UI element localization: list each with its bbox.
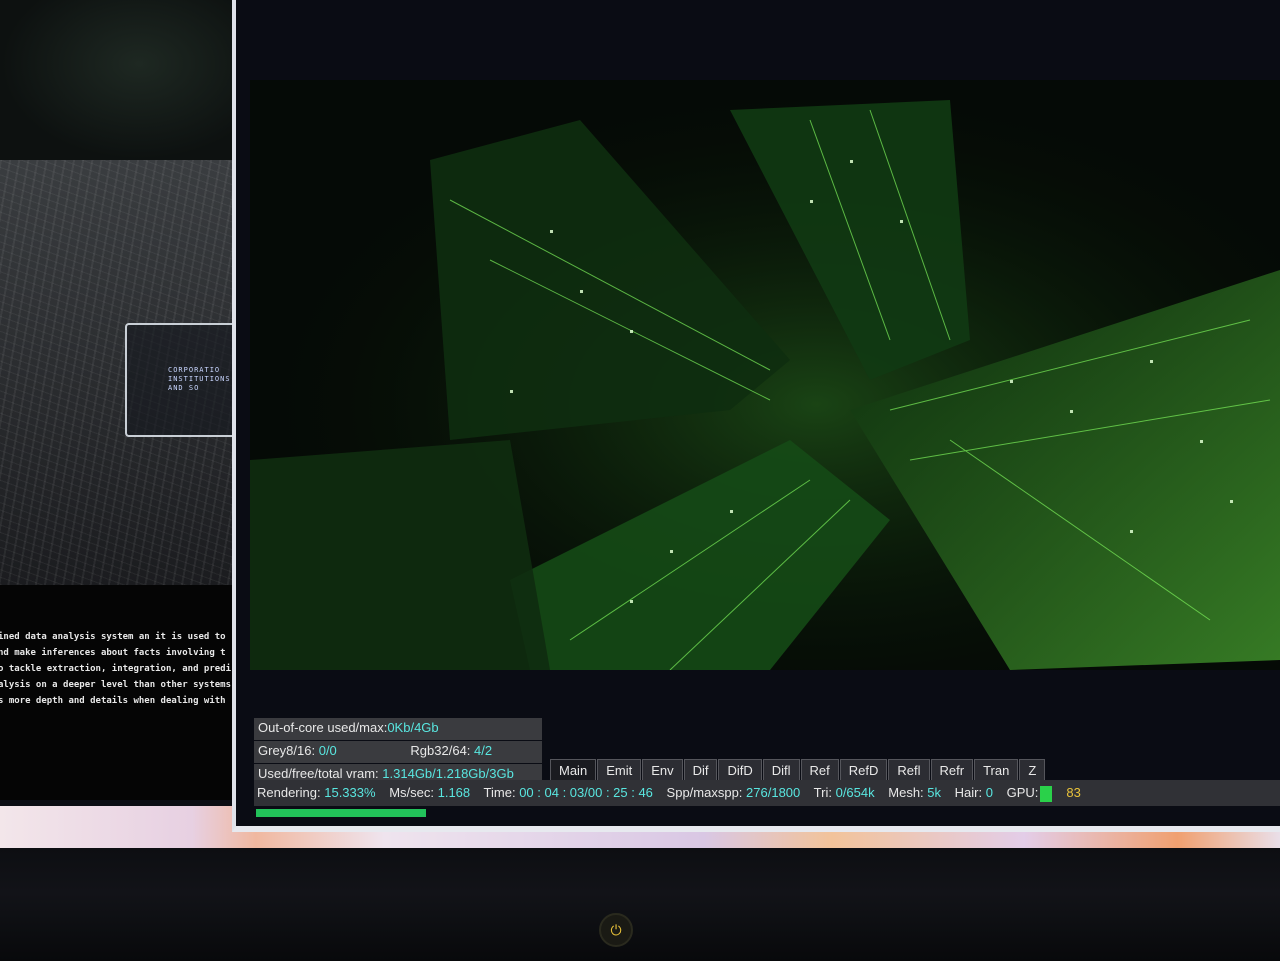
texture-count-stat: Grey8/16: 0/0 Rgb32/64: 4/2 (254, 741, 542, 763)
document-text-block: ined data analysis system an it is used … (0, 585, 246, 800)
render-preview-image (250, 80, 1280, 670)
hair-label: Hair: (954, 785, 983, 800)
document-line: s more depth and details when dealing wi… (0, 696, 226, 706)
mesh-label: Mesh: (888, 785, 924, 800)
rgb-label: Rgb32/64: (410, 743, 471, 758)
time-value: 00 : 04 : 03/00 : 25 : 46 (519, 785, 653, 800)
out-of-core-value: 0Kb/4Gb (387, 720, 439, 735)
render-viewport[interactable] (250, 80, 1280, 670)
grey-label: Grey8/16: (258, 743, 316, 758)
tri-value: 0/654k (835, 785, 875, 800)
spp-label: Spp/maxspp: (666, 785, 743, 800)
power-icon[interactable]: ⏻ (599, 913, 633, 947)
hair-value: 0 (985, 785, 993, 800)
out-of-core-label: Out-of-core used/max: (258, 720, 388, 735)
document-line: nd make inferences about facts involving… (0, 648, 226, 658)
spp-value: 276/1800 (746, 785, 801, 800)
render-status-bar: Rendering: 15.333% Ms/sec: 1.168 Time: 0… (254, 780, 1280, 806)
render-progress-bar (256, 809, 426, 817)
monitor-bezel (0, 848, 1280, 961)
gpu-temperature: 83 (1066, 785, 1081, 800)
document-header-image (0, 0, 232, 160)
document-line: ined data analysis system an it is used … (0, 632, 226, 642)
document-line: alysis on a deeper level than other syst… (0, 680, 231, 690)
rendering-value: 15.333% (324, 785, 376, 800)
grey-value: 0/0 (318, 743, 337, 758)
out-of-core-stat: Out-of-core used/max:0Kb/4Gb (254, 718, 542, 740)
document-window[interactable]: CORPORATIO INSTITUTIONS AND SO ined data… (0, 0, 251, 800)
vram-label: Used/free/total vram: (258, 766, 379, 781)
gpu-usage-bar (1040, 785, 1053, 802)
time-label: Time: (483, 785, 516, 800)
document-line: o tackle extraction, integration, and pr… (0, 664, 231, 674)
mssec-label: Ms/sec: (389, 785, 434, 800)
tri-label: Tri: (813, 785, 832, 800)
mssec-value: 1.168 (437, 785, 471, 800)
gpu-label: GPU: (1006, 785, 1039, 800)
mesh-value: 5k (927, 785, 942, 800)
rgb-value: 4/2 (474, 743, 493, 758)
rendering-label: Rendering: (257, 785, 321, 800)
vram-value: 1.314Gb/1.218Gb/3Gb (382, 766, 514, 781)
